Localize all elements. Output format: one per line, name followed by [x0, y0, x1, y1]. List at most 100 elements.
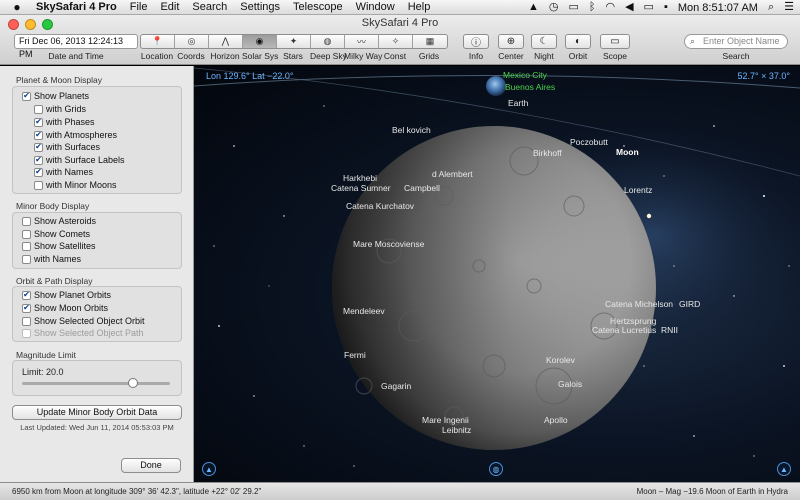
menu-search[interactable]: Search: [192, 1, 227, 13]
moon-icon: ☾: [539, 36, 549, 47]
with-names-checkbox[interactable]: ✔ with Names: [34, 167, 93, 177]
volume-icon[interactable]: ◀: [625, 2, 633, 13]
lunar-feature-label: GIRD: [679, 299, 701, 309]
menu-help[interactable]: Help: [408, 1, 431, 13]
magnitude-slider-thumb[interactable]: [128, 378, 138, 388]
constellation-segment[interactable]: ✧: [379, 35, 413, 48]
magnitude-limit-label: Limit: 20.0: [22, 367, 64, 377]
menu-clock[interactable]: Mon 8:51:07 AM: [678, 2, 758, 14]
show-planet-orbits-checkbox[interactable]: ✔ Show Planet Orbits: [22, 290, 111, 300]
with-atmospheres-checkbox[interactable]: ✔ with Atmospheres: [34, 130, 117, 140]
lunar-feature-label: Birkhoff: [533, 148, 562, 158]
night-button[interactable]: ☾: [531, 34, 557, 49]
field-of-view: 52.7° × 37.0°: [737, 71, 791, 81]
segment-labels: Location Coords Horizon Solar Sys Stars …: [140, 51, 446, 61]
with-surfaces-checkbox[interactable]: ✔ with Surfaces: [34, 142, 100, 152]
airplay-icon[interactable]: ▭: [568, 2, 578, 13]
milky-way-icon: 〰: [356, 37, 366, 47]
show-planets-checkbox[interactable]: ✔ Show Planets: [22, 91, 89, 101]
moon-label: Moon: [616, 147, 639, 157]
deep-sky-icon: ◍: [323, 36, 332, 46]
wifi-icon[interactable]: ◠: [605, 2, 615, 13]
coords-segment[interactable]: ◎: [175, 35, 209, 48]
sky-chart-view[interactable]: Lon 129.6° Lat −22.0° 52.7° × 37.0° Mexi…: [194, 66, 800, 482]
show-asteroids-checkbox[interactable]: Show Asteroids: [22, 216, 96, 226]
scope-button[interactable]: ▭: [600, 34, 630, 49]
adobe-icon[interactable]: ▲: [528, 2, 539, 13]
grids-segment[interactable]: ▦: [413, 35, 447, 48]
const-label: Const: [383, 51, 407, 61]
compass-left-icon[interactable]: ▲: [202, 462, 216, 476]
battery-icon[interactable]: ▭: [644, 2, 654, 13]
done-button[interactable]: Done: [121, 458, 181, 473]
search-input[interactable]: ⌕ Enter Object Name: [684, 34, 788, 49]
with-phases-checkbox[interactable]: ✔ with Phases: [34, 117, 95, 127]
show-comets-checkbox[interactable]: Show Comets: [22, 229, 90, 239]
menu-edit[interactable]: Edit: [160, 1, 179, 13]
lunar-feature-label: Catena Kurchatov: [346, 201, 415, 211]
magnitude-group: [12, 360, 182, 396]
apple-menu-icon[interactable]: ●: [10, 0, 24, 14]
moon-terminator-shade: [332, 126, 656, 450]
stars-label: Stars: [283, 51, 303, 61]
compass-right-icon[interactable]: ▲: [777, 462, 791, 476]
timemachine-icon[interactable]: ◷: [549, 2, 559, 13]
stars-segment[interactable]: ✦: [277, 35, 311, 48]
center-button[interactable]: ⊕: [498, 34, 524, 49]
lunar-feature-label: Catena Lucretius: [592, 325, 657, 335]
grid-icon: ▦: [425, 36, 435, 46]
search-icon: ⌕: [690, 36, 696, 46]
crosshair-icon: ⊕: [506, 36, 516, 47]
globe-icon[interactable]: ◍: [489, 462, 503, 476]
menu-window[interactable]: Window: [356, 1, 395, 13]
status-object-text: Moon – Mag −19.6 Moon of Earth in Hydra: [636, 487, 788, 496]
update-orbit-data-button[interactable]: Update Minor Body Orbit Data: [12, 405, 182, 420]
solar-system-segment[interactable]: ◉: [243, 35, 277, 48]
with-minor-moons-checkbox[interactable]: with Minor Moons: [34, 180, 117, 190]
with-grids-checkbox[interactable]: with Grids: [34, 104, 86, 114]
deep-sky-label: Deep Sky: [310, 51, 347, 61]
solar-sys-label: Solar Sys: [242, 51, 279, 61]
location-label: Location: [140, 51, 174, 61]
app-menu[interactable]: SkySafari 4 Pro: [36, 1, 117, 13]
constellation-icon: ✧: [391, 36, 400, 46]
minor-with-names-checkbox[interactable]: with Names: [22, 254, 81, 264]
milky-way-segment[interactable]: 〰: [345, 35, 379, 48]
show-moon-orbits-checkbox[interactable]: ✔ Show Moon Orbits: [22, 303, 108, 313]
scope-caption: Scope: [602, 51, 628, 61]
deep-sky-segment[interactable]: ◍: [311, 35, 345, 48]
orbit-path-title: Orbit & Path Display: [16, 276, 93, 286]
with-surface-labels-checkbox[interactable]: ✔ with Surface Labels: [34, 155, 125, 165]
magnitude-title: Magnitude Limit: [16, 350, 77, 360]
menu-file[interactable]: File: [130, 1, 148, 13]
notification-center-icon[interactable]: ☰: [784, 2, 794, 13]
orbit-button[interactable]: ◐: [565, 34, 591, 49]
display-segments: 📍 ◎ ⋀ ◉ ✦ ◍ 〰 ✧ ▦: [140, 34, 448, 49]
lunar-feature-label: Poczobutt: [570, 137, 608, 147]
solar-system-icon: ◉: [255, 36, 264, 46]
info-button[interactable]: ⓘ: [463, 34, 489, 49]
bluetooth-icon[interactable]: ᛒ: [589, 2, 596, 13]
menu-settings[interactable]: Settings: [240, 1, 280, 13]
menu-telescope[interactable]: Telescope: [293, 1, 343, 13]
location-segment[interactable]: 📍: [141, 35, 175, 48]
spotlight-icon[interactable]: ⌕: [768, 2, 774, 13]
horizon-segment[interactable]: ⋀: [209, 35, 243, 48]
show-satellites-checkbox[interactable]: Show Satellites: [22, 241, 96, 251]
orbit-icon: ◐: [574, 36, 582, 47]
show-selected-orbit-checkbox[interactable]: Show Selected Object Orbit: [22, 316, 145, 326]
magnitude-slider[interactable]: [22, 378, 170, 388]
date-time-field[interactable]: Fri Dec 06, 2013 12:24:13 PM: [14, 34, 138, 59]
planet-moon-title: Planet & Moon Display: [16, 75, 102, 85]
date-time-caption: Date and Time: [48, 51, 104, 61]
info-caption: Info: [468, 51, 484, 61]
lunar-feature-label: RNII: [661, 325, 678, 335]
lunar-feature-label: Fermi: [344, 350, 366, 360]
show-selected-path-checkbox[interactable]: Show Selected Object Path: [22, 328, 144, 338]
coords-icon: ◎: [187, 36, 196, 46]
info-icon: ⓘ: [471, 38, 481, 49]
lunar-feature-label: d Alembert: [432, 169, 473, 179]
status-position-text: 6950 km from Moon at longitude 309° 36' …: [12, 487, 262, 496]
input-source-icon[interactable]: ▪: [664, 2, 668, 13]
minor-body-title: Minor Body Display: [16, 201, 90, 211]
